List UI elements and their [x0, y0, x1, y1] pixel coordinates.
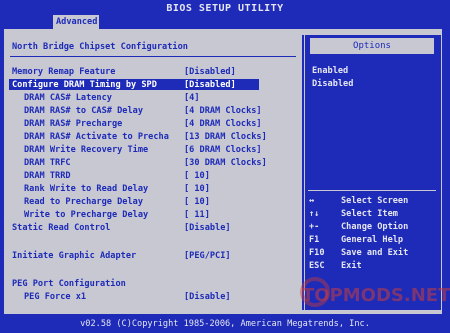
pane-divider [302, 35, 304, 310]
help-key-select-item: ↑↓ [309, 209, 320, 219]
setting-label-trfc[interactable]: DRAM TRFC [24, 158, 71, 168]
setting-label-ras-to-cas[interactable]: DRAM RAS# to CAS# Delay [24, 106, 143, 116]
setting-label-configure-dram-timing[interactable]: Configure DRAM Timing by SPD [12, 80, 157, 90]
help-desc-select-item: Select Item [341, 209, 398, 219]
setting-value-memory-remap[interactable]: [Disabled] [184, 67, 236, 77]
section-title: North Bridge Chipset Configuration [12, 42, 188, 52]
option-disabled[interactable]: Disabled [312, 79, 353, 89]
setting-label-peg-port-config: PEG Port Configuration [12, 279, 126, 289]
setting-label-static-read[interactable]: Static Read Control [12, 223, 110, 233]
help-key-save-exit: F10 [309, 248, 325, 258]
bios-title: BIOS SETUP UTILITY [166, 3, 284, 14]
setting-value-trrd[interactable]: [ 10] [184, 171, 210, 181]
setting-label-graphic-adapter[interactable]: Initiate Graphic Adapter [12, 251, 136, 261]
setting-value-ras-activate[interactable]: [13 DRAM Clocks] [184, 132, 267, 142]
setting-value-trfc[interactable]: [30 DRAM Clocks] [184, 158, 267, 168]
help-key-general-help: F1 [309, 235, 320, 245]
help-pane [305, 35, 441, 310]
help-desc-select-screen: Select Screen [341, 196, 409, 206]
footer-copyright: v02.58 (C)Copyright 1985-2006, American … [80, 319, 370, 329]
setting-value-ras-precharge[interactable]: [4 DRAM Clocks] [184, 119, 262, 129]
setting-label-write-recovery[interactable]: DRAM Write Recovery Time [24, 145, 148, 155]
watermark-text: TOPMODS.NET [302, 285, 450, 306]
option-enabled[interactable]: Enabled [312, 66, 348, 76]
setting-label-trrd[interactable]: DRAM TRRD [24, 171, 71, 181]
setting-value-rank-write-read[interactable]: [ 10] [184, 184, 210, 194]
setting-value-peg-force-x1[interactable]: [Disable] [184, 292, 231, 302]
help-desc-exit: Exit [341, 261, 362, 271]
help-divider [308, 190, 436, 191]
setting-label-rank-write-read[interactable]: Rank Write to Read Delay [24, 184, 148, 194]
setting-value-ras-to-cas[interactable]: [4 DRAM Clocks] [184, 106, 262, 116]
section-rule [10, 56, 296, 57]
help-desc-general-help: General Help [341, 235, 404, 245]
setting-label-cas-latency[interactable]: DRAM CAS# Latency [24, 93, 112, 103]
setting-value-write-recovery[interactable]: [6 DRAM Clocks] [184, 145, 262, 155]
setting-value-write-precharge[interactable]: [ 11] [184, 210, 210, 220]
setting-label-ras-precharge[interactable]: DRAM RAS# Precharge [24, 119, 122, 129]
options-header: Options [310, 38, 434, 54]
setting-label-write-precharge[interactable]: Write to Precharge Delay [24, 210, 148, 220]
setting-label-peg-force-x1[interactable]: PEG Force x1 [24, 292, 86, 302]
tab-advanced[interactable]: Advanced [53, 15, 99, 29]
setting-value-cas-latency[interactable]: [4] [184, 93, 200, 103]
help-key-change-option: +- [309, 222, 320, 232]
setting-label-ras-activate[interactable]: DRAM RAS# Activate to Precha [24, 132, 169, 142]
help-desc-save-exit: Save and Exit [341, 248, 409, 258]
setting-value-static-read[interactable]: [Disable] [184, 223, 231, 233]
setting-value-read-precharge[interactable]: [ 10] [184, 197, 210, 207]
help-desc-change-option: Change Option [341, 222, 409, 232]
setting-label-read-precharge[interactable]: Read to Precharge Delay [24, 197, 143, 207]
setting-value-graphic-adapter[interactable]: [PEG/PCI] [184, 251, 231, 261]
help-key-exit: ESC [309, 261, 325, 271]
setting-value-configure-dram-timing[interactable]: [Disabled] [184, 80, 236, 90]
setting-label-memory-remap[interactable]: Memory Remap Feature [12, 67, 115, 77]
help-key-select-screen: ↔ [309, 196, 315, 206]
